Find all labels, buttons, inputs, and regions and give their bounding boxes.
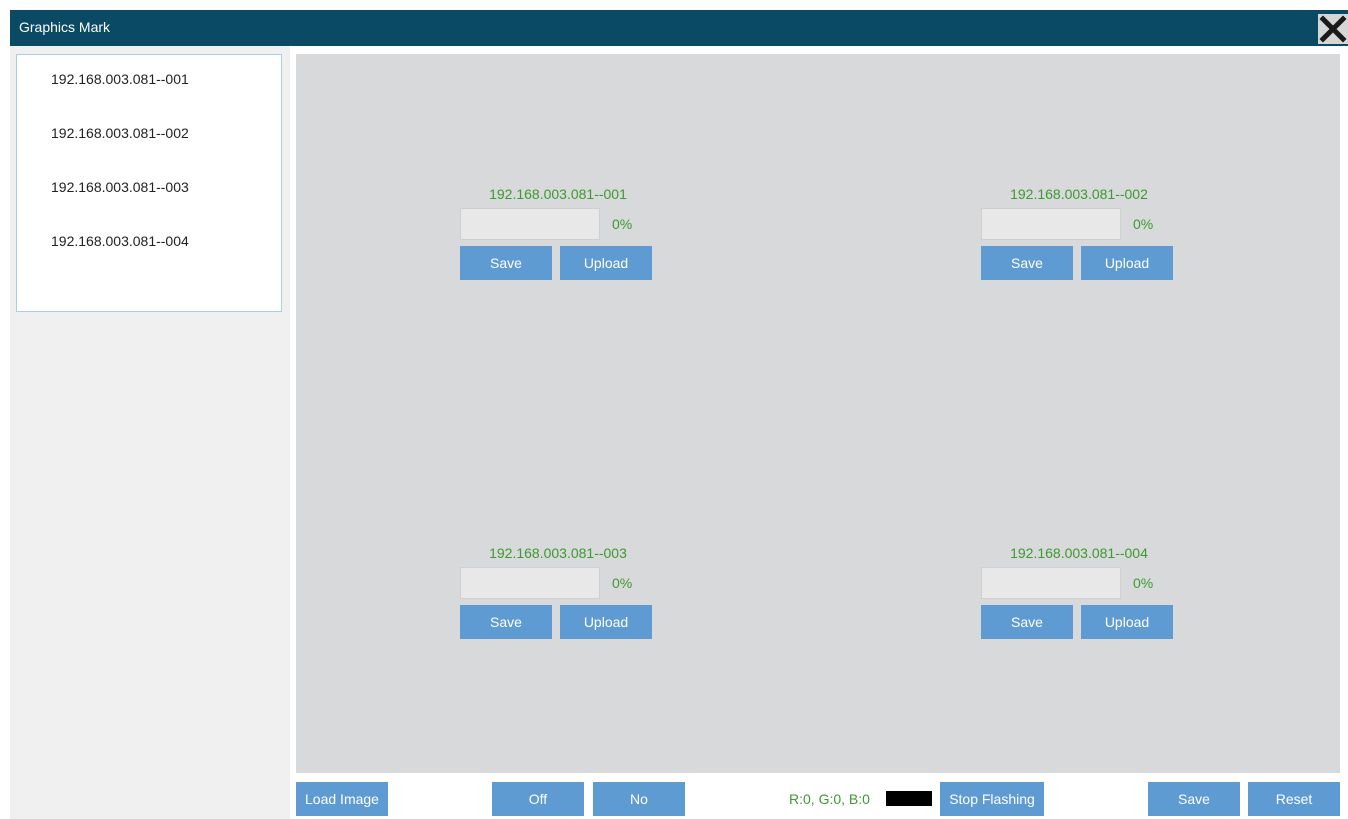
device-panel: 192.168.003.081--002 0% Save Upload: [981, 186, 1177, 296]
device-list-item[interactable]: 192.168.003.081--002: [17, 123, 281, 177]
upload-progress-bar: [460, 208, 600, 240]
reset-button[interactable]: Reset: [1248, 782, 1340, 816]
upload-progress-percent: 0%: [612, 216, 633, 232]
device-panel-title: 192.168.003.081--004: [1010, 545, 1148, 561]
device-panel: 192.168.003.081--003 0% Save Upload: [460, 545, 656, 655]
upload-progress-percent: 0%: [612, 575, 633, 591]
upload-progress-percent: 0%: [1133, 575, 1154, 591]
window-title: Graphics Mark: [19, 19, 111, 35]
device-list-item[interactable]: 192.168.003.081--001: [17, 69, 281, 123]
panel-upload-button[interactable]: Upload: [1081, 246, 1173, 280]
load-image-button[interactable]: Load Image: [296, 782, 388, 816]
device-panel-title: 192.168.003.081--001: [489, 186, 627, 202]
device-list-item[interactable]: 192.168.003.081--003: [17, 177, 281, 231]
stop-flashing-button[interactable]: Stop Flashing: [940, 782, 1044, 816]
rgb-value-label: R:0, G:0, B:0: [789, 791, 870, 807]
device-panel: 192.168.003.081--004 0% Save Upload: [981, 545, 1177, 655]
upload-progress-percent: 0%: [1133, 216, 1154, 232]
close-button[interactable]: [1318, 14, 1348, 44]
panel-upload-button[interactable]: Upload: [560, 246, 652, 280]
save-button[interactable]: Save: [1148, 782, 1240, 816]
bottom-toolbar: Load Image Off No R:0, G:0, B:0 Stop Fla…: [0, 782, 1348, 819]
off-button[interactable]: Off: [492, 782, 584, 816]
upload-progress-bar: [981, 208, 1121, 240]
device-list: 192.168.003.081--001 192.168.003.081--00…: [16, 54, 282, 312]
device-panel-title: 192.168.003.081--003: [489, 545, 627, 561]
panel-upload-button[interactable]: Upload: [560, 605, 652, 639]
device-panel-title: 192.168.003.081--002: [1010, 186, 1148, 202]
title-bar: Graphics Mark: [10, 10, 1348, 46]
panel-save-button[interactable]: Save: [981, 246, 1073, 280]
device-list-item[interactable]: 192.168.003.081--004: [17, 231, 281, 285]
device-panel: 192.168.003.081--001 0% Save Upload: [460, 186, 656, 296]
no-button[interactable]: No: [593, 782, 685, 816]
panel-upload-button[interactable]: Upload: [1081, 605, 1173, 639]
upload-progress-bar: [981, 567, 1121, 599]
sidebar: 192.168.003.081--001 192.168.003.081--00…: [10, 46, 290, 819]
upload-progress-bar: [460, 567, 600, 599]
color-swatch[interactable]: [886, 791, 932, 806]
preview-area: 192.168.003.081--001 0% Save Upload 192.…: [296, 54, 1340, 773]
panel-save-button[interactable]: Save: [460, 246, 552, 280]
panel-save-button[interactable]: Save: [460, 605, 552, 639]
panel-save-button[interactable]: Save: [981, 605, 1073, 639]
close-icon: [1318, 14, 1348, 44]
graphics-mark-window: Graphics Mark 192.168.003.081--001 192.1…: [0, 10, 1348, 819]
